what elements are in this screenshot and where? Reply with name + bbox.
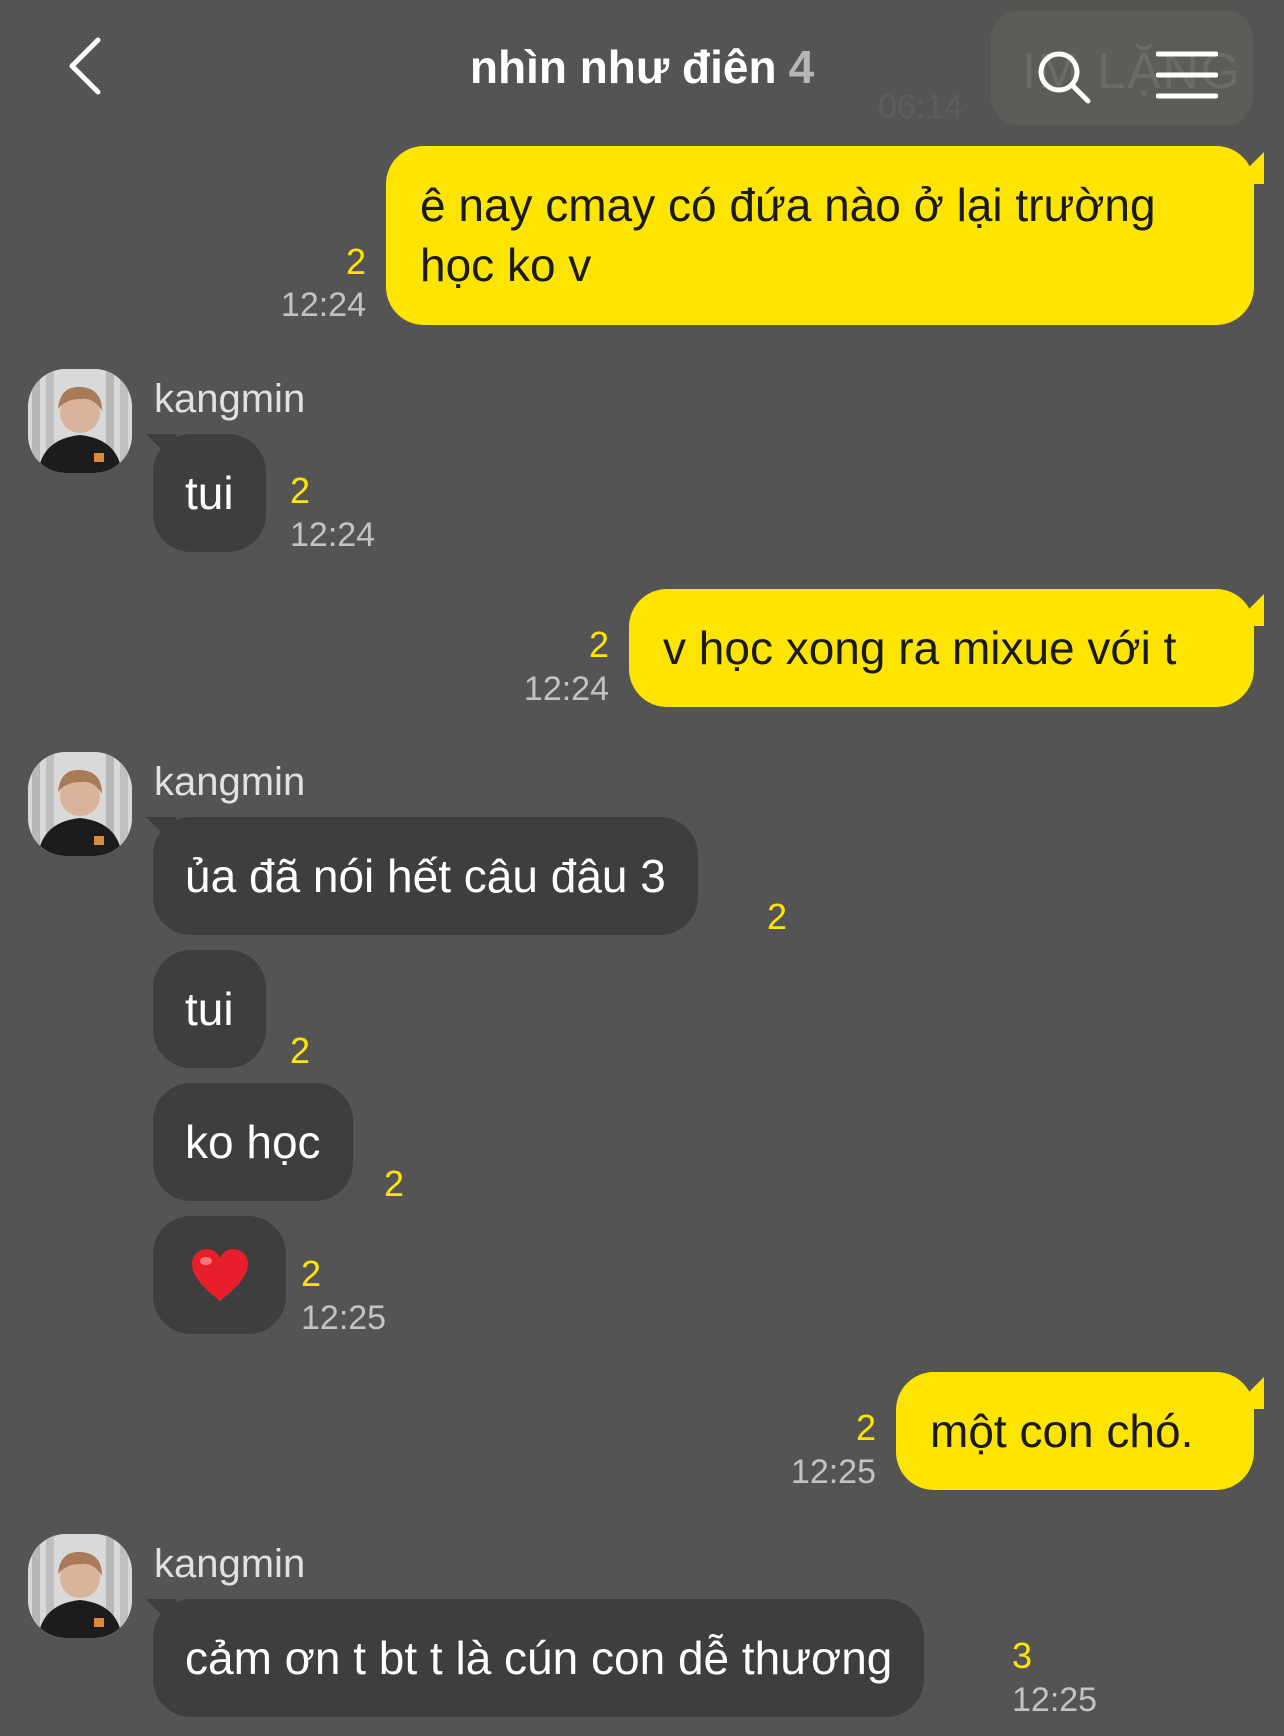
message-text: tui [185, 983, 234, 1035]
hamburger-menu-icon [1155, 51, 1219, 99]
incoming-message-bubble[interactable]: ủa đã nói hết câu đâu 3 [153, 817, 698, 935]
incoming-message-bubble[interactable]: tui [153, 950, 266, 1068]
avatar[interactable] [28, 369, 132, 473]
message-line: học ko v [420, 239, 592, 291]
menu-button[interactable] [1155, 50, 1219, 100]
unread-count: 2 [384, 1163, 405, 1204]
search-button[interactable] [1035, 48, 1093, 106]
avatar[interactable] [28, 752, 132, 856]
search-icon [1038, 51, 1091, 104]
incoming-message-bubble[interactable]: tui [153, 434, 266, 552]
message-text: ủa đã nói hết câu đâu 3 [185, 850, 666, 902]
message-line: ê nay cmay có đứa nào ở lại trường [420, 179, 1156, 231]
sender-name: kangmin [154, 760, 306, 804]
incoming-message-bubble[interactable] [153, 1216, 286, 1334]
message-time: 12:25 [1012, 1681, 1098, 1719]
message-time: 12:24 [280, 286, 366, 324]
avatar[interactable] [28, 1534, 132, 1638]
avatar-image [28, 1534, 132, 1638]
chat-name: nhìn như điên [469, 41, 777, 93]
incoming-message-bubble[interactable]: ko học [153, 1083, 353, 1201]
message-time: 12:24 [523, 670, 609, 708]
avatar-image [28, 369, 132, 473]
outgoing-message-bubble[interactable]: một con chó. [896, 1372, 1254, 1490]
sender-name: kangmin [154, 377, 306, 421]
outgoing-message-bubble[interactable]: v học xong ra mixue với t [629, 589, 1254, 707]
unread-count: 2 [855, 1407, 876, 1448]
unread-count: 2 [588, 624, 609, 665]
message-text: ko học [185, 1116, 321, 1168]
message-text: v học xong ra mixue với t [663, 622, 1177, 674]
heart-icon [191, 1249, 248, 1301]
unread-count: 2 [767, 896, 788, 937]
avatar-image [28, 752, 132, 856]
message-text: cảm ơn t bt t là cún con dễ thương [185, 1632, 893, 1684]
outgoing-message-bubble[interactable]: ê nay cmay có đứa nào ở lại trường học k… [386, 146, 1254, 325]
sender-name: kangmin [154, 1542, 306, 1586]
unread-count: 2 [345, 241, 366, 282]
message-text: tui [185, 467, 234, 519]
unread-count: 2 [290, 1030, 311, 1071]
unread-count: 2 [290, 470, 311, 511]
message-time: 12:25 [790, 1453, 876, 1491]
unread-count: 2 [301, 1253, 322, 1294]
message-time: 12:24 [290, 516, 376, 554]
incoming-message-bubble[interactable]: cảm ơn t bt t là cún con dễ thương [153, 1599, 925, 1717]
message-text: một con chó. [930, 1405, 1194, 1457]
unread-count: 3 [1012, 1635, 1033, 1676]
message-time: 12:25 [301, 1299, 387, 1337]
member-count: 4 [788, 41, 815, 93]
